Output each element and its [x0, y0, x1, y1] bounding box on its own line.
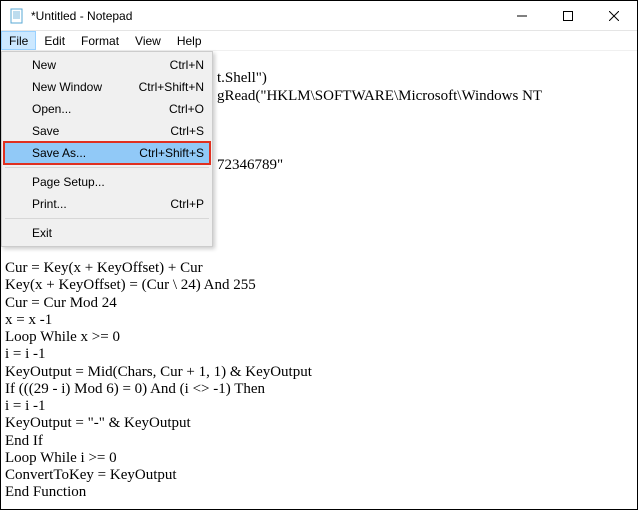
- menu-bar: File Edit Format View Help: [1, 31, 637, 51]
- code-fragment: 72346789": [217, 157, 283, 173]
- menu-separator: [5, 167, 209, 168]
- menuitem-open[interactable]: Open... Ctrl+O: [4, 98, 210, 120]
- code-line: i = i -1: [5, 398, 46, 414]
- menuitem-shortcut: Ctrl+N: [170, 58, 204, 72]
- menuitem-new-window[interactable]: New Window Ctrl+Shift+N: [4, 76, 210, 98]
- file-dropdown: New Ctrl+N New Window Ctrl+Shift+N Open.…: [1, 51, 213, 247]
- menuitem-shortcut: Ctrl+S: [170, 124, 204, 138]
- minimize-button[interactable]: [499, 1, 545, 30]
- code-line: Key(x + KeyOffset) = (Cur \ 24) And 255: [5, 277, 256, 293]
- menu-help[interactable]: Help: [169, 31, 210, 50]
- menu-view[interactable]: View: [127, 31, 169, 50]
- menu-help-label: Help: [177, 34, 202, 48]
- code-line: End If: [5, 433, 43, 449]
- code-line: Loop While i >= 0: [5, 450, 117, 466]
- menu-format-label: Format: [81, 34, 119, 48]
- menuitem-label: Page Setup...: [32, 175, 204, 189]
- menuitem-exit[interactable]: Exit: [4, 222, 210, 244]
- code-line: Loop While x >= 0: [5, 329, 120, 345]
- menu-edit-label: Edit: [44, 34, 65, 48]
- menuitem-label: Save As...: [32, 146, 139, 160]
- menuitem-label: Open...: [32, 102, 169, 116]
- code-line: KeyOutput = Mid(Chars, Cur + 1, 1) & Key…: [5, 364, 312, 380]
- menuitem-print[interactable]: Print... Ctrl+P: [4, 193, 210, 215]
- code-line: End Function: [5, 484, 86, 500]
- menuitem-label: New Window: [32, 80, 139, 94]
- window-controls: [499, 1, 637, 30]
- menu-file[interactable]: File: [1, 31, 36, 50]
- menuitem-new[interactable]: New Ctrl+N: [4, 54, 210, 76]
- menuitem-label: Save: [32, 124, 170, 138]
- menuitem-save-as[interactable]: Save As... Ctrl+Shift+S: [4, 142, 210, 164]
- menuitem-label: Print...: [32, 197, 170, 211]
- code-line: i = i -1: [5, 346, 46, 362]
- menuitem-shortcut: Ctrl+O: [169, 102, 204, 116]
- menuitem-label: Exit: [32, 226, 204, 240]
- menuitem-shortcut: Ctrl+Shift+S: [139, 146, 204, 160]
- title-bar: *Untitled - Notepad: [1, 1, 637, 31]
- menu-edit[interactable]: Edit: [36, 31, 73, 50]
- code-fragment: t.Shell"): [217, 70, 267, 86]
- code-line: If (((29 - i) Mod 6) = 0) And (i <> -1) …: [5, 381, 265, 397]
- menuitem-shortcut: Ctrl+Shift+N: [139, 80, 204, 94]
- code-fragment: gRead("HKLM\SOFTWARE\Microsoft\Windows N…: [217, 88, 542, 104]
- code-line: ConvertToKey = KeyOutput: [5, 467, 177, 483]
- menuitem-save[interactable]: Save Ctrl+S: [4, 120, 210, 142]
- menuitem-label: New: [32, 58, 170, 72]
- menuitem-page-setup[interactable]: Page Setup...: [4, 171, 210, 193]
- code-line: KeyOutput = "-" & KeyOutput: [5, 415, 191, 431]
- close-button[interactable]: [591, 1, 637, 30]
- menu-separator: [5, 218, 209, 219]
- window-title: *Untitled - Notepad: [31, 9, 499, 23]
- menu-format[interactable]: Format: [73, 31, 127, 50]
- notepad-icon: [9, 8, 25, 24]
- menu-view-label: View: [135, 34, 161, 48]
- code-line: x = x -1: [5, 312, 52, 328]
- code-line: Cur = Cur Mod 24: [5, 295, 117, 311]
- menuitem-shortcut: Ctrl+P: [170, 197, 204, 211]
- menu-file-label: File: [9, 34, 28, 48]
- maximize-button[interactable]: [545, 1, 591, 30]
- code-line: Cur = Key(x + KeyOffset) + Cur: [5, 260, 203, 276]
